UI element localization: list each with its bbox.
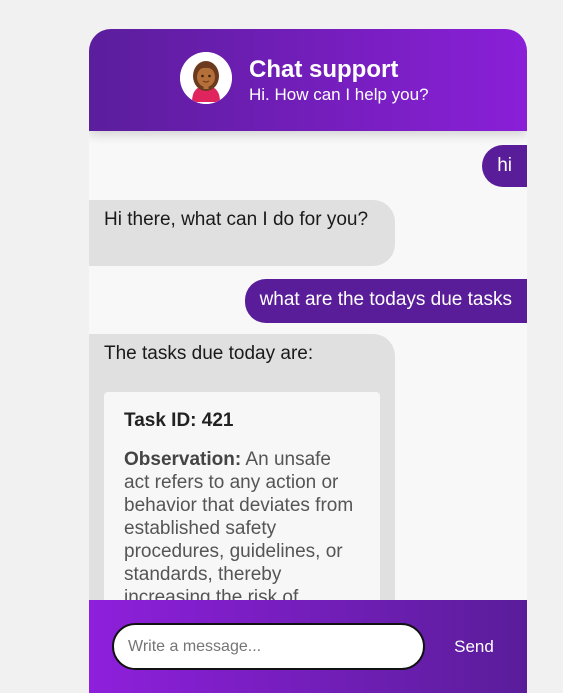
header-subtitle: Hi. How can I help you? (249, 85, 429, 104)
message-list[interactable]: hi Hi there, what can I do for you? what… (89, 131, 527, 600)
user-message: what are the todays due tasks (244, 279, 527, 323)
task-id: Task ID: 421 (124, 410, 234, 431)
chat-header: Chat support Hi. How can I help you? (89, 29, 527, 131)
chat-footer: Send (89, 600, 527, 693)
chat-widget: Chat support Hi. How can I help you? hi … (89, 29, 527, 693)
bot-message: Hi there, what can I do for you? (89, 200, 395, 266)
user-message: hi (482, 145, 527, 187)
task-observation: Observation: An unsafe act refers to any… (124, 448, 360, 600)
bot-message: The tasks due today are: Task ID: 421 Ob… (89, 334, 395, 600)
woman-avatar-icon (180, 52, 232, 104)
message-input[interactable] (112, 623, 425, 670)
task-card: Task ID: 421 Observation: An unsafe act … (104, 392, 380, 600)
bot-message-text: The tasks due today are: (104, 343, 314, 364)
observation-text: An unsafe act refers to any action or be… (124, 449, 354, 600)
observation-label: Observation: (124, 449, 242, 470)
send-button[interactable]: Send (441, 630, 507, 664)
header-title: Chat support (249, 56, 399, 83)
